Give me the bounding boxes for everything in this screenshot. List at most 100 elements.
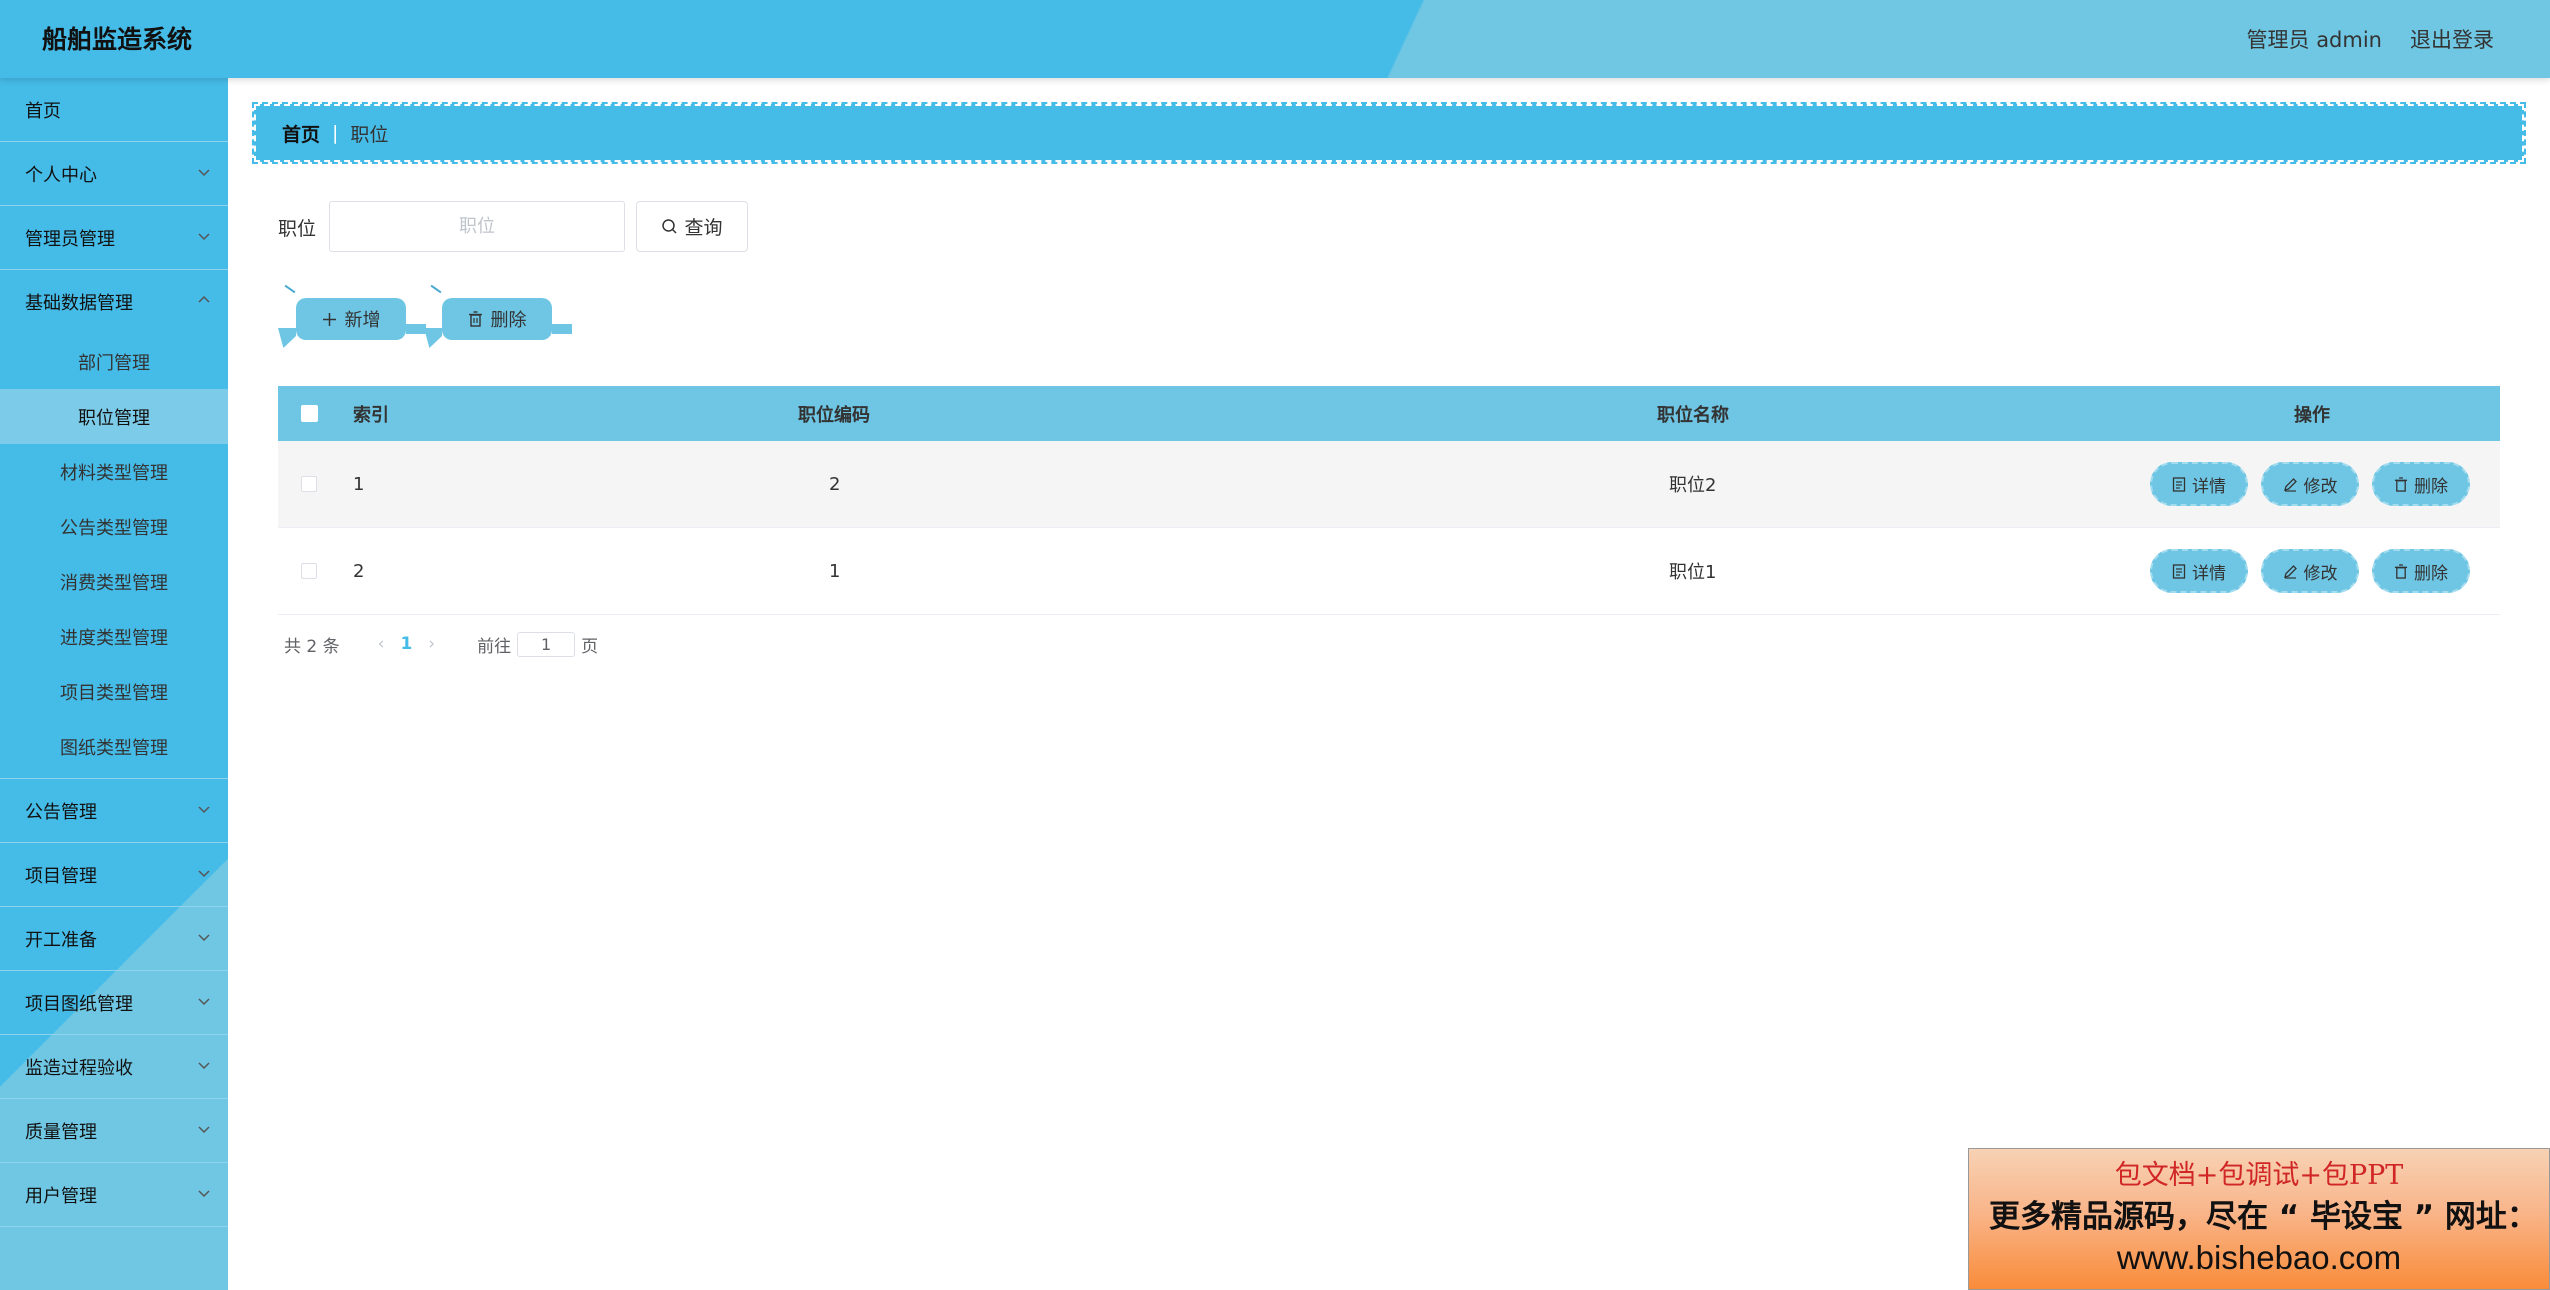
sidebar-item-project-management[interactable]: 项目管理 (0, 843, 228, 907)
cell-index: 2 (353, 560, 365, 582)
sidebar-item-user-management[interactable]: 用户管理 (0, 1163, 228, 1227)
sidebar-item-label: 监造过程验收 (25, 1057, 133, 1079)
sidebar-item-label: 管理员管理 (25, 228, 115, 250)
cell-name: 职位2 (1669, 475, 1717, 496)
chevron-down-icon (198, 998, 210, 1006)
sidebar-item-label: 公告管理 (25, 801, 97, 823)
sidebar-item-label: 用户管理 (25, 1185, 97, 1207)
breadcrumb: 首页 | 职位 (252, 102, 2526, 164)
sidebar-item-supervision-acceptance[interactable]: 监造过程验收 (0, 1035, 228, 1099)
sidebar-item-base-data[interactable]: 基础数据管理 (0, 270, 228, 334)
row-checkbox[interactable] (301, 476, 317, 492)
search-label: 职位 (278, 218, 317, 240)
cell-code: 2 (829, 473, 841, 495)
detail-button[interactable]: 详情 (2150, 549, 2248, 593)
column-header-actions: 操作 (2294, 404, 2330, 426)
sidebar-item-label: 基础数据管理 (25, 293, 133, 314)
cell-index: 1 (353, 473, 365, 495)
column-header-code: 职位编码 (798, 404, 870, 426)
select-all-checkbox[interactable] (301, 405, 318, 422)
detail-button[interactable]: 详情 (2150, 462, 2248, 506)
pagination-total: 共 2 条 (284, 636, 340, 657)
sidebar-item-notice-management[interactable]: 公告管理 (0, 779, 228, 843)
table-row: 2 1 职位1 详情 修改 删除 (278, 528, 2500, 615)
next-page-icon[interactable]: › (428, 634, 435, 654)
chevron-down-icon (198, 1126, 210, 1134)
promo-banner: 包文档+包调试+包PPT 更多精品源码，尽在 “ 毕设宝 ” 网址： www.b… (1968, 1148, 2550, 1290)
chevron-down-icon (198, 870, 210, 878)
edit-button-label: 修改 (2303, 476, 2338, 497)
row-delete-button-label: 删除 (2414, 563, 2448, 584)
breadcrumb-separator: | (332, 122, 339, 144)
sidebar-item-label: 开工准备 (25, 929, 97, 951)
sidebar-item-personal-center[interactable]: 个人中心 (0, 142, 228, 206)
sidebar-subitem-expense-type[interactable]: 消费类型管理 (0, 554, 228, 609)
search-icon (662, 219, 678, 234)
prev-page-icon[interactable]: ‹ (378, 634, 385, 654)
add-button-label: 新增 (344, 310, 381, 331)
promo-url: www.bishebao.com (2116, 1239, 2402, 1276)
column-header-name: 职位名称 (1657, 404, 1729, 426)
row-delete-button[interactable]: 删除 (2372, 462, 2470, 506)
top-header: 船舶监造系统 管理员 admin 退出登录 (0, 0, 2550, 78)
cell-code: 1 (829, 560, 841, 582)
plus-icon (322, 312, 336, 326)
chevron-down-icon (198, 806, 210, 814)
sidebar-subitem-department[interactable]: 部门管理 (0, 334, 228, 389)
delete-button-wrap: 删除 (424, 284, 574, 348)
promo-line-2: 更多精品源码，尽在 “ 毕设宝 ” 网址： (1989, 1199, 2538, 1235)
row-delete-button[interactable]: 删除 (2372, 549, 2470, 593)
edit-icon (2283, 564, 2297, 579)
page-number-current[interactable]: 1 (400, 634, 412, 654)
column-header-index: 索引 (353, 404, 389, 426)
edit-button[interactable]: 修改 (2261, 462, 2359, 506)
table-row: 1 2 职位2 详情 修改 删除 (278, 441, 2500, 528)
detail-button-label: 详情 (2192, 563, 2226, 584)
sidebar-item-label: 项目图纸管理 (25, 993, 133, 1015)
position-search-input[interactable] (329, 201, 625, 252)
sidebar-subitem-material-type[interactable]: 材料类型管理 (0, 444, 228, 499)
sidebar-subitem-drawing-type[interactable]: 图纸类型管理 (0, 719, 228, 774)
sidebar-item-label: 质量管理 (25, 1121, 97, 1143)
edit-button[interactable]: 修改 (2261, 549, 2359, 593)
sidebar-item-work-preparation[interactable]: 开工准备 (0, 907, 228, 971)
sidebar-item-quality-management[interactable]: 质量管理 (0, 1099, 228, 1163)
table-header: 索引 职位编码 职位名称 操作 (278, 386, 2500, 441)
sidebar: 首页 个人中心 管理员管理 基础数据管理 部门管理 职位管理 材料类型管理 公告… (0, 78, 228, 1290)
detail-button-label: 详情 (2192, 476, 2226, 497)
promo-line-1: 包文档+包调试+包PPT (2114, 1160, 2404, 1191)
sidebar-item-project-drawings[interactable]: 项目图纸管理 (0, 971, 228, 1035)
chevron-down-icon (198, 1190, 210, 1198)
sidebar-item-label: 首页 (25, 100, 61, 122)
sidebar-subitem-progress-type[interactable]: 进度类型管理 (0, 609, 228, 664)
breadcrumb-current: 职位 (350, 123, 389, 146)
position-table: 索引 职位编码 职位名称 操作 1 2 职位2 详情 修改 删除 2 1 职位1… (278, 386, 2500, 615)
chevron-down-icon (198, 1062, 210, 1070)
page-jump-input[interactable] (517, 631, 576, 657)
sidebar-subitem-notice-type[interactable]: 公告类型管理 (0, 499, 228, 554)
add-button-wrap: 新增 (278, 284, 428, 348)
document-icon (2172, 476, 2186, 492)
sidebar-item-home[interactable]: 首页 (0, 78, 228, 142)
logout-link[interactable]: 退出登录 (2410, 24, 2494, 54)
sidebar-item-label: 个人中心 (25, 164, 97, 186)
search-button[interactable]: 查询 (636, 201, 748, 252)
trash-icon (468, 311, 482, 327)
chevron-up-icon (198, 295, 210, 303)
trash-icon (2394, 476, 2408, 492)
delete-button-label: 删除 (490, 310, 527, 331)
row-checkbox[interactable] (301, 563, 317, 579)
search-button-label: 查询 (684, 217, 723, 239)
chevron-down-icon (198, 934, 210, 942)
submenu-base-data: 部门管理 职位管理 材料类型管理 公告类型管理 消费类型管理 进度类型管理 项目… (0, 334, 228, 779)
add-button[interactable]: 新增 (296, 298, 406, 340)
trash-icon (2394, 563, 2408, 579)
edit-icon (2283, 477, 2297, 492)
sidebar-subitem-position[interactable]: 职位管理 (0, 389, 228, 444)
sidebar-subitem-project-type[interactable]: 项目类型管理 (0, 664, 228, 719)
batch-delete-button[interactable]: 删除 (442, 298, 552, 340)
sidebar-item-label: 项目管理 (25, 865, 97, 887)
pagination: 共 2 条 ‹ 1 › 前往 页 (284, 631, 598, 657)
sidebar-item-admin-management[interactable]: 管理员管理 (0, 206, 228, 270)
breadcrumb-home[interactable]: 首页 (282, 120, 320, 147)
